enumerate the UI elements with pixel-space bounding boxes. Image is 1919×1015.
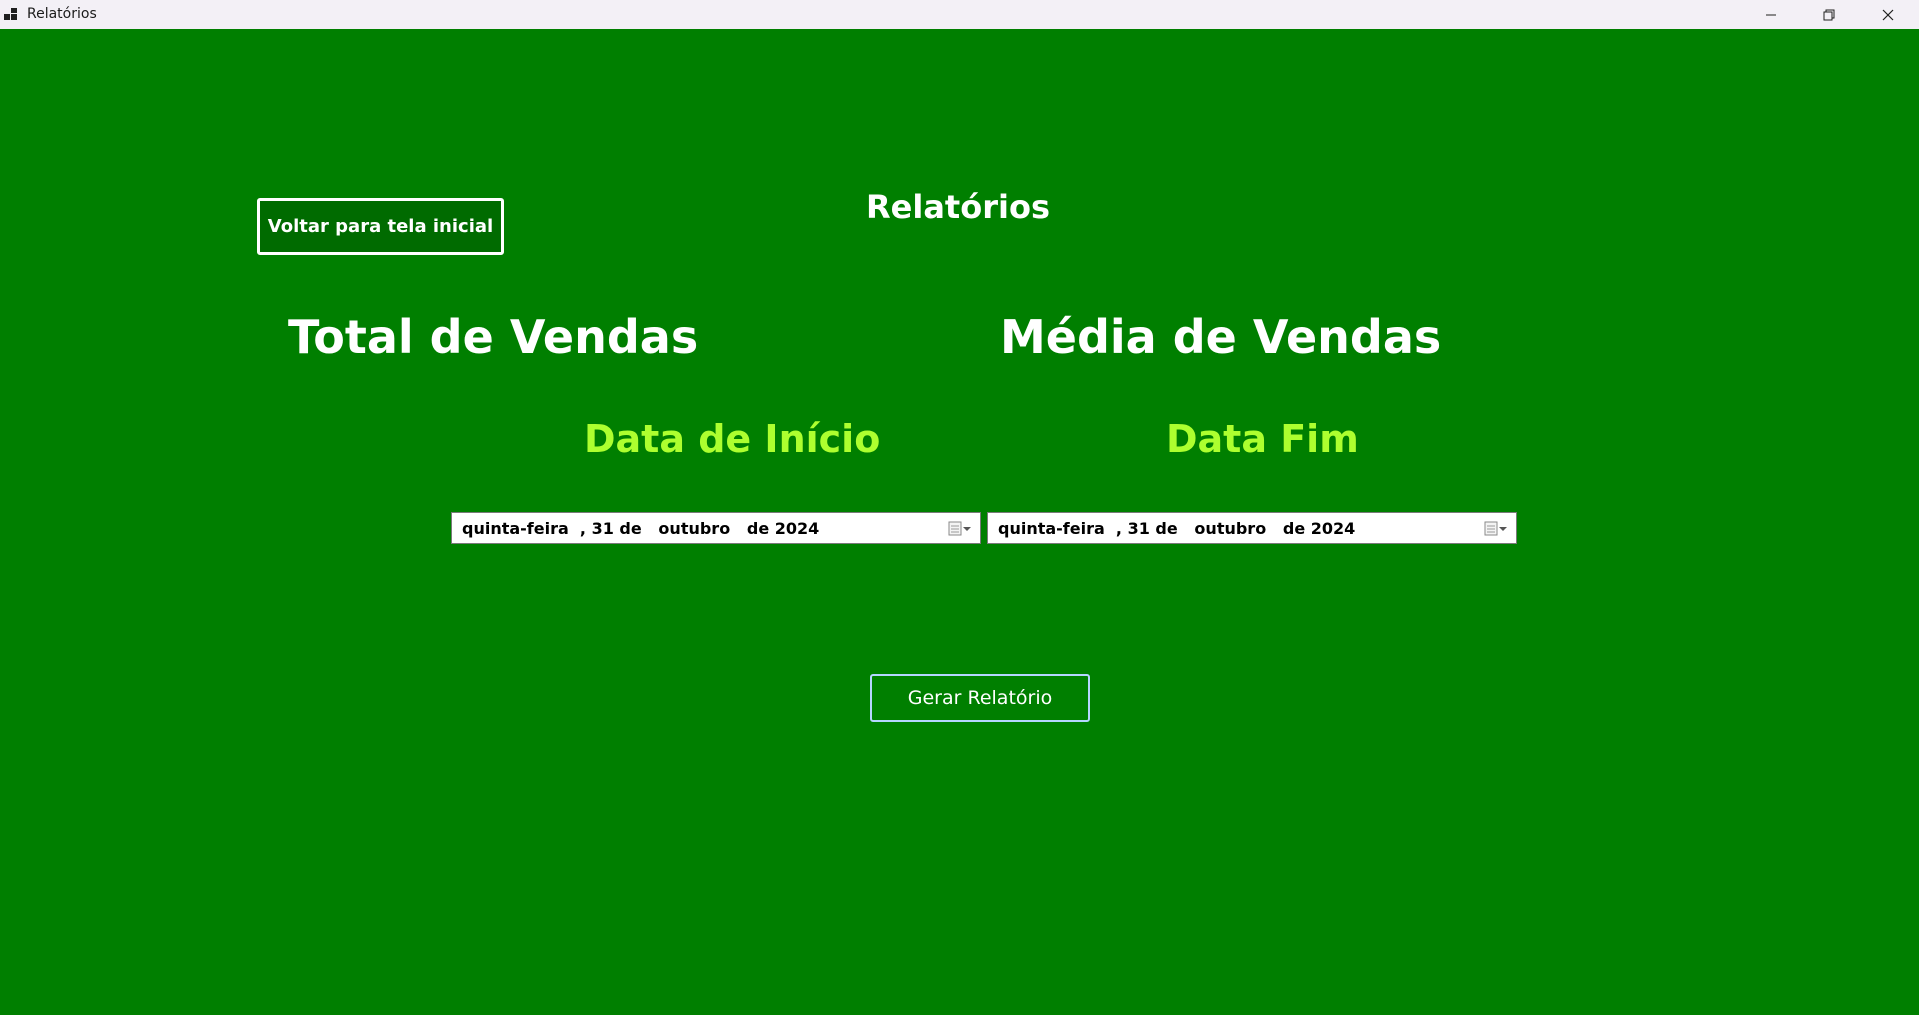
average-sales-label: Média de Vendas <box>1000 310 1442 364</box>
relatorios-window: Relatórios Voltar para tela inicial Rela… <box>0 0 1919 1015</box>
total-sales-label: Total de Vendas <box>288 310 699 364</box>
restore-icon <box>1823 9 1835 21</box>
close-icon <box>1882 9 1894 21</box>
title-bar: Relatórios <box>0 0 1919 29</box>
start-date-picker[interactable]: quinta-feira , 31 de outubro de 2024 <box>451 512 981 544</box>
end-date-value: quinta-feira , 31 de outubro de 2024 <box>998 518 1356 538</box>
minimize-icon <box>1765 9 1777 21</box>
back-to-home-button[interactable]: Voltar para tela inicial <box>257 198 504 255</box>
page-title: Relatórios <box>866 188 1050 226</box>
calendar-dropdown-icon[interactable] <box>1484 520 1510 538</box>
end-date-label: Data Fim <box>1166 417 1359 461</box>
minimize-button[interactable] <box>1742 0 1800 29</box>
restore-button[interactable] <box>1800 0 1858 29</box>
generate-report-button[interactable]: Gerar Relatório <box>870 674 1090 722</box>
app-grid-icon <box>4 7 20 21</box>
calendar-dropdown-icon[interactable] <box>948 520 974 538</box>
close-button[interactable] <box>1859 0 1917 29</box>
window-title: Relatórios <box>27 6 97 22</box>
start-date-value: quinta-feira , 31 de outubro de 2024 <box>462 518 820 538</box>
end-date-picker[interactable]: quinta-feira , 31 de outubro de 2024 <box>987 512 1517 544</box>
start-date-label: Data de Início <box>584 417 881 461</box>
